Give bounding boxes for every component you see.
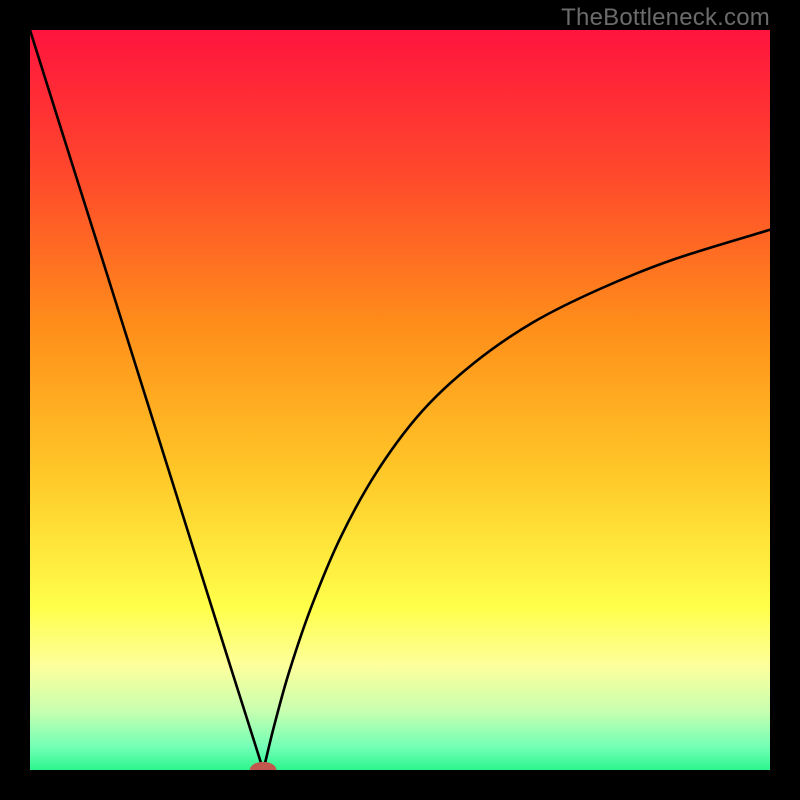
watermark-text: TheBottleneck.com — [561, 4, 770, 32]
chart-frame: TheBottleneck.com — [0, 0, 800, 800]
bottleneck-chart — [30, 30, 770, 770]
gradient-background — [30, 30, 770, 770]
plot-area — [30, 30, 770, 770]
